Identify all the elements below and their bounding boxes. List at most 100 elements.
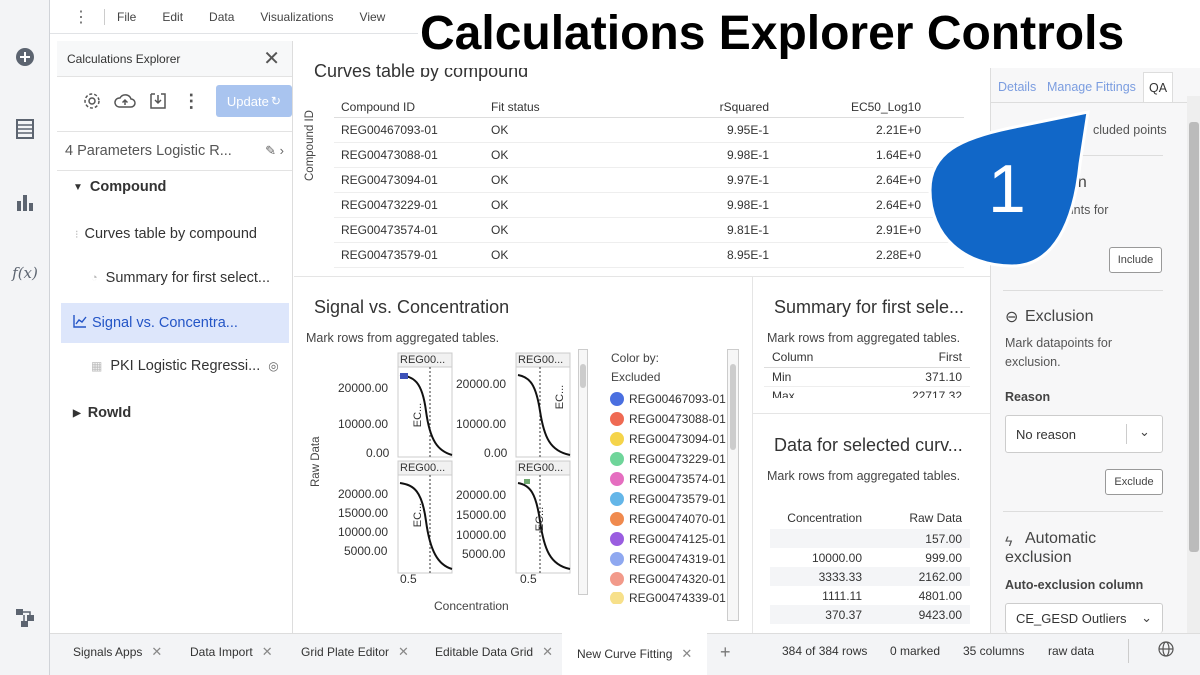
legend-item[interactable]: REG00474339-01 — [610, 592, 726, 604]
close-icon[interactable]: ✕ — [542, 644, 553, 660]
tree-item-summary[interactable]: ◔ Summary for first select... — [91, 270, 270, 286]
table-cell: Max — [764, 386, 859, 398]
trellis-panel-3[interactable] — [397, 460, 453, 574]
menu-visualizations[interactable]: Visualizations — [260, 10, 333, 24]
signal-panel-title: Signal vs. Concentration — [314, 297, 510, 317]
auto-column-select[interactable]: CE_GESD Outliers ⌄ — [1005, 603, 1163, 633]
close-icon[interactable]: ✕ — [398, 644, 409, 660]
globe-icon[interactable] — [1158, 641, 1174, 660]
explorer-toolbar: ⋮ Update ↻ — [57, 77, 292, 125]
legend-item[interactable]: REG00474070-01 — [610, 512, 726, 526]
legend-item[interactable]: REG00473229-01 — [610, 452, 726, 466]
menu-edit[interactable]: Edit — [162, 10, 183, 24]
data-col-raw[interactable]: Raw Data — [870, 507, 970, 529]
table-row[interactable]: REG00473088-01 OK 9.98E-1 1.64E+0 — [334, 142, 964, 168]
table-row[interactable]: REG00473094-01 OK 9.97E-1 2.64E+0 — [334, 167, 964, 193]
bottom-tab-grid-plate-editor[interactable]: Grid Plate Editor ✕ — [301, 634, 409, 670]
table-row[interactable]: 10000.00 999.00 — [770, 548, 970, 567]
legend-color-swatch — [610, 392, 624, 406]
calculation-selector[interactable]: 4 Parameters Logistic R... ✎ › — [57, 131, 292, 171]
tab-details[interactable]: Details — [998, 80, 1036, 94]
summary-col-first[interactable]: First — [858, 347, 970, 368]
data-mode[interactable]: raw data — [1048, 644, 1094, 658]
download-icon[interactable] — [141, 87, 174, 115]
callout-number: 1 — [988, 151, 1026, 227]
table-row[interactable]: Max 22717.32 — [764, 386, 970, 398]
cloud-upload-icon[interactable] — [108, 87, 141, 115]
tree-label-curves-table: Curves table by compound — [84, 226, 258, 242]
signal-panel-subtitle: Mark rows from aggregated tables. — [306, 331, 500, 345]
table-cell: REG00473094-01 — [334, 167, 484, 193]
legend-item[interactable]: REG00474319-01 — [610, 552, 726, 566]
tree-item-curves-table[interactable]: ⁝ Curves table by compound — [75, 226, 257, 242]
include-button[interactable]: Include — [1109, 247, 1162, 273]
table-cell: 9.98E-1 — [624, 142, 776, 168]
hierarchy-icon[interactable] — [13, 606, 37, 630]
col-compound-id[interactable]: Compound ID — [334, 97, 484, 118]
data-table-icon[interactable] — [13, 117, 37, 141]
tree-item-pki[interactable]: ▦ PKI Logistic Regressi... ◎ — [91, 358, 279, 374]
legend-label: REG00474319-01 — [629, 552, 726, 566]
tree-item-compound[interactable]: ▼ Compound — [73, 179, 166, 195]
legend-item[interactable]: REG00473088-01 — [610, 412, 726, 426]
right-panel-scrollbar[interactable] — [1187, 96, 1200, 633]
update-button[interactable]: Update ↻ — [215, 85, 292, 117]
legend-scrollbar[interactable] — [727, 349, 739, 621]
bottom-tab-new-curve-fitting[interactable]: New Curve Fitting ✕ — [562, 633, 708, 675]
tree-item-signal[interactable]: Signal vs. Concentra... — [73, 314, 238, 332]
exclude-button[interactable]: Exclude — [1105, 469, 1163, 495]
menu-view[interactable]: View — [360, 10, 386, 24]
close-icon[interactable]: ✕ — [151, 644, 162, 660]
table-row[interactable]: REG00473229-01 OK 9.98E-1 2.64E+0 — [334, 192, 964, 218]
add-icon[interactable] — [13, 45, 37, 69]
reason-select[interactable]: No reason ⌄ — [1005, 415, 1163, 453]
more-menu-icon[interactable]: ⋮ — [70, 7, 92, 27]
summary-col-column[interactable]: Column — [764, 347, 859, 368]
data-col-concentration[interactable]: Concentration — [770, 507, 870, 529]
visualizations-icon[interactable] — [13, 190, 37, 214]
legend-item[interactable]: REG00467093-01 — [610, 392, 726, 406]
bottom-tab-data-import[interactable]: Data Import ✕ — [190, 634, 273, 670]
ytick-0-right: 0.00 — [484, 446, 508, 460]
table-row[interactable]: 1111.11 4801.00 — [770, 586, 970, 605]
table-row[interactable]: 370.37 9423.00 — [770, 605, 970, 624]
function-icon[interactable]: f(x) — [12, 261, 38, 285]
trellis-panel-1[interactable] — [397, 352, 453, 458]
legend-item[interactable]: REG00474125-01 — [610, 532, 726, 546]
table-row[interactable]: 3333.33 2162.00 — [770, 567, 970, 586]
table-row[interactable]: REG00473579-01 OK 8.95E-1 2.28E+0 — [334, 242, 964, 268]
legend-item[interactable]: REG00473574-01 — [610, 472, 726, 486]
status-divider — [1128, 639, 1129, 663]
close-icon[interactable]: ✕ — [681, 646, 692, 662]
legend-item[interactable]: REG00474320-01 — [610, 572, 726, 586]
legend-item[interactable]: REG00473094-01 — [610, 432, 726, 446]
ec-label-2: EC... — [554, 384, 567, 410]
table-cell: REG00473574-01 — [334, 217, 484, 243]
menu-data[interactable]: Data — [209, 10, 234, 24]
tab-manage-fittings[interactable]: Manage Fittings — [1047, 80, 1136, 94]
tab-qa[interactable]: QA — [1143, 72, 1174, 103]
table-row[interactable]: REG00467093-01 OK 9.95E-1 2.21E+0 — [334, 117, 964, 143]
bottom-tab-signals-apps[interactable]: Signals Apps ✕ — [73, 634, 162, 670]
legend-item[interactable]: REG00473579-01 — [610, 492, 726, 506]
settings-gear-icon[interactable] — [75, 87, 108, 115]
edit-pencil-icon[interactable]: ✎ › — [265, 143, 284, 159]
table-row[interactable]: 157.00 — [770, 529, 970, 548]
menu-file[interactable]: File — [117, 10, 136, 24]
trellis-scrollbar[interactable] — [578, 349, 588, 595]
close-icon[interactable]: ✕ — [263, 46, 280, 71]
table-row[interactable]: Min 371.10 — [764, 367, 970, 387]
col-rsquared[interactable]: rSquared — [624, 97, 776, 118]
table-row[interactable]: REG00473574-01 OK 9.81E-1 2.91E+0 — [334, 217, 964, 243]
hidden-eye-icon[interactable]: ◎ — [268, 359, 278, 373]
data-panel-title: Data for selected curv... — [774, 435, 963, 455]
color-by-value[interactable]: Excluded — [611, 370, 660, 384]
col-fit-status[interactable]: Fit status — [484, 97, 624, 118]
col-ec50[interactable]: EC50_Log10 — [776, 97, 928, 118]
bottom-tab-editable-data-grid[interactable]: Editable Data Grid ✕ — [435, 634, 553, 670]
close-icon[interactable]: ✕ — [262, 644, 273, 660]
tree-item-rowid[interactable]: ▶ RowId — [73, 405, 131, 421]
more-options-icon[interactable]: ⋮ — [175, 87, 208, 115]
curves-axis-label: Compound ID — [304, 110, 316, 181]
add-tab-icon[interactable]: + — [720, 634, 731, 670]
